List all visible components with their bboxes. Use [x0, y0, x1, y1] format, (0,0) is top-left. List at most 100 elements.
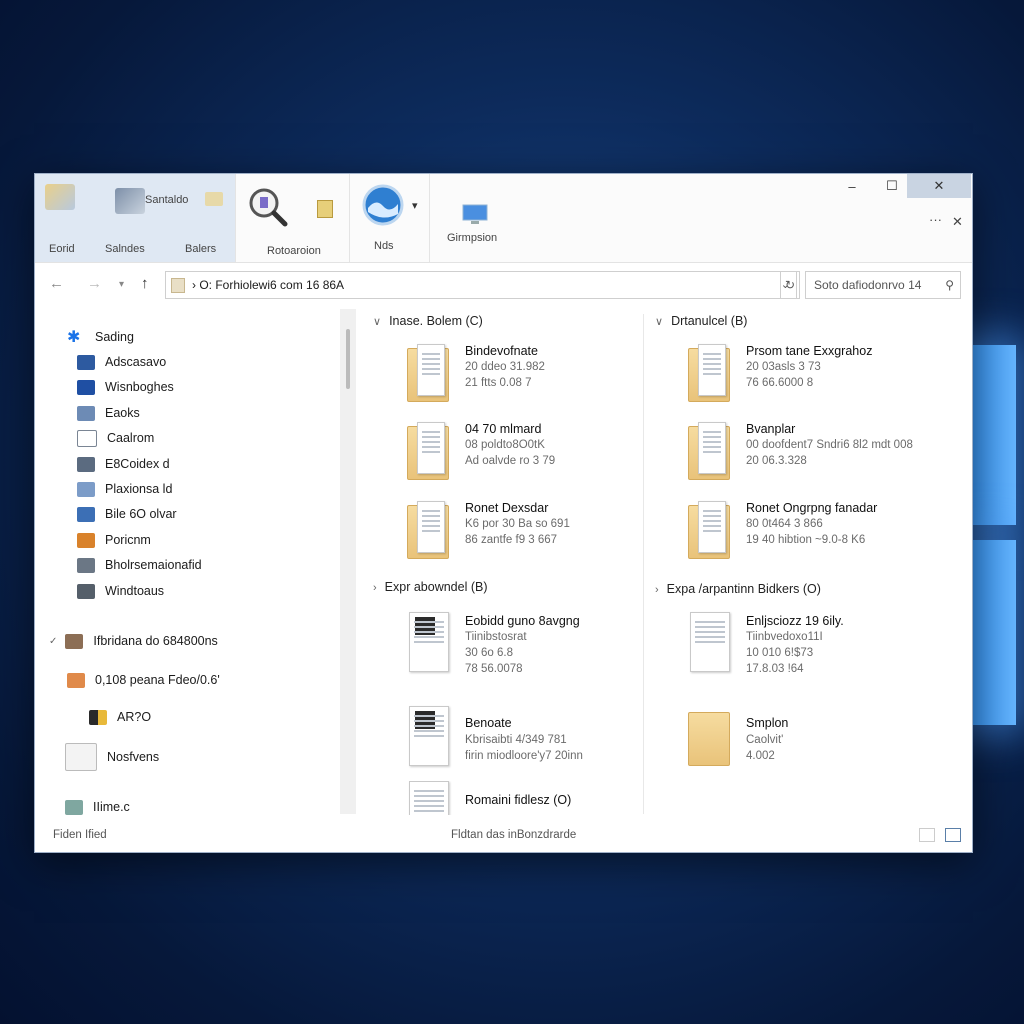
sidebar-item-6[interactable]: Plaxionsa ld — [77, 479, 172, 499]
file-item[interactable]: 04 70 mlmard 08 poldto8O0tK Ad oalvde ro… — [407, 420, 677, 490]
file-name: Ronet Dexsdar — [465, 501, 549, 515]
group-header-2[interactable]: › Expr abowndel (B) — [373, 580, 488, 594]
sidebar-sub-item-4[interactable]: IIime.c — [65, 797, 130, 817]
drive-icon — [77, 456, 95, 472]
sidebar-item-4[interactable]: Caalrom — [77, 428, 154, 448]
more-icon[interactable]: ··· — [929, 212, 942, 227]
group-header-label: Drtanulcel (B) — [671, 314, 748, 328]
scrollbar-thumb[interactable] — [346, 329, 350, 389]
sidebar-item-label: Nosfvens — [107, 750, 160, 764]
globe-icon[interactable] — [362, 184, 404, 226]
sidebar-item-label: Bile 6O olvar — [105, 507, 177, 521]
sidebar-item-10[interactable]: Windtoaus — [77, 581, 164, 601]
file-detail: Kbrisaibti 4/349 781 — [465, 734, 567, 746]
sidebar-item-label: Windtoaus — [105, 584, 165, 598]
sidebar-item-label: Adscasavo — [105, 355, 167, 369]
group-header-label: Expr abowndel (B) — [384, 580, 488, 594]
file-item[interactable]: Prsom tane Exxgrahoz 20 03asls 3 73 76 6… — [688, 342, 958, 412]
ribbon-separator — [349, 174, 350, 262]
file-name: Enljsciozz 19 6ily. — [746, 614, 844, 628]
folder-icon — [171, 278, 185, 293]
group-header-3[interactable]: › Expa /arpantinn Bidkers (O) — [655, 582, 821, 596]
magnifier-icon[interactable] — [247, 186, 289, 228]
file-detail: 20 ddeo 31.982 — [465, 361, 545, 373]
sidebar-item-7[interactable]: Bile 6O olvar — [77, 504, 177, 524]
drive-icon[interactable] — [115, 188, 145, 214]
address-bar[interactable]: › O: Forhiolewi6 com 16 86A ⌄ — [165, 271, 797, 299]
file-item[interactable]: Bindevofnate 20 ddeo 31.982 21 ftts 0.08… — [407, 342, 677, 412]
star-icon: ✱ — [67, 328, 81, 346]
tab-0[interactable]: Eorid — [49, 243, 75, 255]
chevron-down-icon[interactable]: ∨ — [655, 316, 663, 328]
chevron-down-icon[interactable]: ▾ — [412, 199, 418, 212]
refresh-button[interactable]: ↻ — [780, 271, 800, 299]
clipboard-icon[interactable] — [317, 200, 333, 218]
group-header-0[interactable]: ∨ Inase. Bolem (C) — [373, 314, 483, 328]
file-item[interactable]: Bvanplar 00 doofdent7 Sndri6 8l2 mdt 008… — [688, 420, 958, 490]
file-explorer-window: Santaldo Eorid Salndes Balers Rotoaroion… — [34, 173, 973, 853]
folder-icon — [688, 499, 732, 559]
sidebar-item-label: Caalrom — [107, 431, 155, 445]
library-icon — [65, 799, 83, 815]
color-icon — [77, 532, 95, 548]
file-detail: 17.8.03 !64 — [746, 663, 804, 675]
image-icon — [77, 481, 95, 497]
close-pane-icon[interactable]: ✕ — [952, 214, 963, 230]
file-name: Romaini fidlesz (O) — [465, 793, 572, 807]
file-item[interactable]: Eobidd guno 8avgng Tiinibstosrat 30 6o 6… — [407, 612, 677, 692]
large-icons-view-icon[interactable] — [945, 828, 961, 842]
file-name: 04 70 mlmard — [465, 422, 542, 436]
sidebar-item-9[interactable]: Bholrsemaionafid — [77, 555, 202, 575]
file-item[interactable]: Romaini fidlesz (O) — [407, 781, 677, 815]
sidebar-section-label: Ifbridana do 684800ns — [93, 634, 218, 648]
sidebar-item-0[interactable]: ✱ Sading — [67, 327, 134, 347]
forward-arrow-icon[interactable]: → — [87, 275, 102, 292]
file-item[interactable]: Benoate Kbrisaibti 4/349 781 firin miodl… — [407, 706, 677, 776]
search-icon[interactable]: ⚲ — [945, 272, 954, 298]
sidebar-sub-item-1[interactable]: 0,108 peana Fdeo/0.6' — [67, 670, 220, 690]
group-header-1[interactable]: ∨ Drtanulcel (B) — [655, 314, 747, 328]
navigation-pane: ✱ Sading Adscasavo Wisnboghes Eaoks Caal… — [35, 309, 340, 824]
back-arrow-icon[interactable]: ← — [49, 275, 64, 292]
user-icon — [67, 672, 85, 688]
sidebar-item-1[interactable]: Adscasavo — [77, 352, 166, 372]
sidebar-item-5[interactable]: E8Coidex d — [77, 454, 170, 474]
file-item[interactable]: Enljsciozz 19 6ily. Tiinbvedoxo11I 10 01… — [688, 612, 958, 692]
folder-icon[interactable] — [45, 184, 75, 210]
tab-1[interactable]: Salndes — [105, 243, 145, 255]
details-view-icon[interactable] — [919, 828, 935, 842]
sidebar-section[interactable]: ✓ Ifbridana do 684800ns — [49, 631, 218, 651]
chevron-right-icon[interactable]: › — [655, 584, 659, 596]
chevron-down-icon[interactable]: ✓ — [49, 636, 57, 647]
small-folder-icon[interactable] — [205, 192, 223, 206]
close-button[interactable]: ✕ — [907, 174, 971, 198]
tab-2[interactable]: Balers — [185, 243, 216, 255]
sidebar-item-3[interactable]: Eaoks — [77, 403, 140, 423]
folder-icon — [407, 342, 451, 402]
document-icon — [688, 612, 732, 672]
sidebar-item-2[interactable]: Wisnboghes — [77, 377, 174, 397]
file-item[interactable]: Ronet Dexsdar K6 por 30 Ba so 691 86 zan… — [407, 499, 677, 569]
ribbon-separator — [429, 174, 430, 262]
sidebar-item-8[interactable]: Poricnm — [77, 530, 151, 550]
search-input[interactable]: Soto dafiodonrvo 14 ⚲ — [805, 271, 961, 299]
file-name: Ronet Ongrpng fanadar — [746, 501, 878, 515]
up-arrow-icon[interactable]: ↑ — [141, 275, 149, 292]
tool-label-1: Nds — [374, 240, 394, 252]
document-icon — [407, 706, 451, 766]
file-item[interactable]: Ronet Ongrpng fanadar 80 0t464 3 866 19 … — [688, 499, 958, 569]
file-item[interactable]: Smplon Caolvit' 4.002 — [688, 706, 958, 776]
sidebar-item-label: Bholrsemaionafid — [105, 558, 202, 572]
sidebar-sub-item-2[interactable]: AR?O — [89, 707, 151, 727]
sidebar-item-label: AR?O — [117, 710, 152, 724]
file-detail: Tiinbvedoxo11I — [746, 631, 823, 643]
chevron-right-icon[interactable]: › — [373, 582, 377, 594]
file-detail: 76 66.6000 8 — [746, 377, 814, 389]
chevron-down-icon[interactable]: ∨ — [373, 316, 381, 328]
recent-chevron-icon[interactable]: ▾ — [119, 279, 124, 290]
sidebar-item-label: Poricnm — [105, 533, 151, 547]
sidebar-scrollbar[interactable] — [340, 309, 356, 814]
document-icon — [407, 612, 451, 672]
sidebar-sub-item-3[interactable]: Nosfvens — [65, 743, 159, 771]
monitor-icon[interactable] — [462, 204, 488, 226]
